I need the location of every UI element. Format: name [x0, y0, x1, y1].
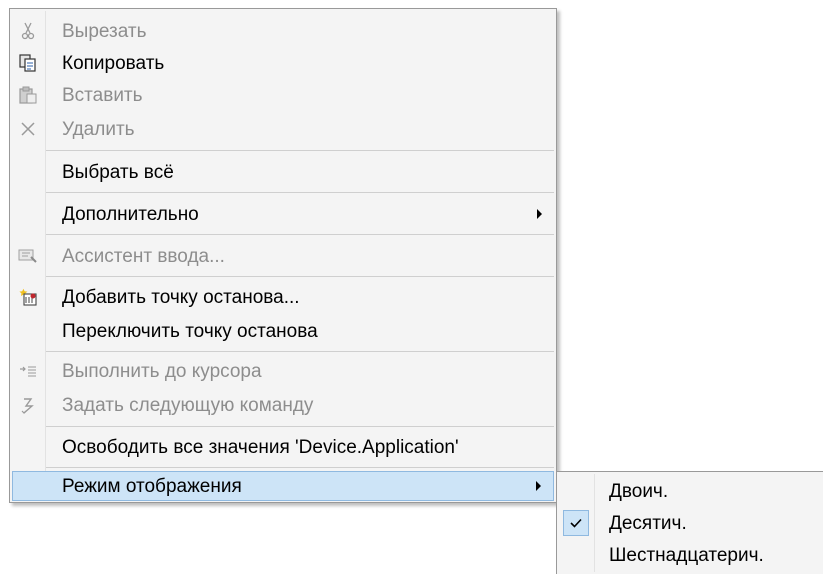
menu-item-label: Переключить точку останова	[62, 320, 318, 342]
scissors-icon	[12, 15, 44, 47]
menu-item-label: Добавить точку останова...	[62, 286, 300, 308]
menu-item-label: Режим отображения	[62, 475, 242, 497]
menu-item-label: Освободить все значения 'Device.Applicat…	[62, 436, 459, 458]
menu-item-release-all-values[interactable]: Освободить все значения 'Device.Applicat…	[12, 430, 554, 464]
menu-item-label: Выбрать всё	[62, 161, 174, 183]
menu-item-paste[interactable]: Вставить	[12, 79, 554, 111]
menu-separator	[46, 426, 554, 427]
input-assistant-icon	[12, 238, 44, 274]
paste-icon	[12, 79, 44, 111]
menu-item-set-next-statement[interactable]: Задать следующую команду	[12, 388, 554, 423]
submenu-item-binary[interactable]: Двоич.	[559, 476, 823, 506]
menu-item-label: Вырезать	[62, 20, 147, 42]
submenu-item-decimal[interactable]: Десятич.	[559, 508, 823, 538]
menu-item-run-to-cursor[interactable]: Выполнить до курсора	[12, 355, 554, 388]
copy-icon	[12, 47, 44, 79]
menu-separator	[46, 351, 554, 352]
checkmark-icon	[563, 510, 589, 536]
submenu-arrow-icon	[536, 481, 541, 491]
set-next-statement-icon	[12, 388, 44, 423]
context-menu: Вырезать Копировать Вставить Удалить Выб…	[9, 8, 557, 503]
menu-item-toggle-breakpoint[interactable]: Переключить точку останова	[12, 314, 554, 348]
menu-separator	[46, 192, 554, 193]
menu-item-advanced[interactable]: Дополнительно	[12, 196, 554, 232]
menu-item-label: Удалить	[62, 118, 135, 140]
submenu-item-label: Шестнадцатерич.	[609, 545, 764, 566]
menu-item-select-all[interactable]: Выбрать всё	[12, 154, 554, 190]
menu-item-input-assistant[interactable]: Ассистент ввода...	[12, 238, 554, 274]
submenu-item-label: Двоич.	[609, 481, 669, 502]
submenu-item-hexadecimal[interactable]: Шестнадцатерич.	[559, 540, 823, 570]
menu-separator	[46, 234, 554, 235]
menu-item-label: Вставить	[62, 84, 143, 106]
menu-item-label: Копировать	[62, 52, 165, 74]
menu-separator	[46, 467, 554, 468]
menu-item-label: Ассистент ввода...	[62, 245, 225, 267]
run-to-cursor-icon	[12, 355, 44, 388]
menu-item-delete[interactable]: Удалить	[12, 111, 554, 147]
menu-item-label: Дополнительно	[62, 203, 199, 225]
menu-item-copy[interactable]: Копировать	[12, 47, 554, 79]
display-mode-submenu: Двоич. Десятич. Шестнадцатерич.	[556, 471, 823, 574]
menu-separator	[46, 150, 554, 151]
menu-item-label: Задать следующую команду	[62, 395, 314, 416]
submenu-item-label: Десятич.	[609, 513, 687, 534]
submenu-arrow-icon	[537, 209, 542, 219]
menu-item-cut[interactable]: Вырезать	[12, 15, 554, 47]
delete-x-icon	[12, 111, 44, 147]
menu-item-label: Выполнить до курсора	[62, 361, 262, 382]
menu-separator	[46, 276, 554, 277]
menu-item-add-breakpoint[interactable]: Добавить точку останова...	[12, 280, 554, 314]
menu-item-display-mode[interactable]: Режим отображения	[12, 471, 554, 501]
add-breakpoint-icon	[12, 280, 44, 314]
